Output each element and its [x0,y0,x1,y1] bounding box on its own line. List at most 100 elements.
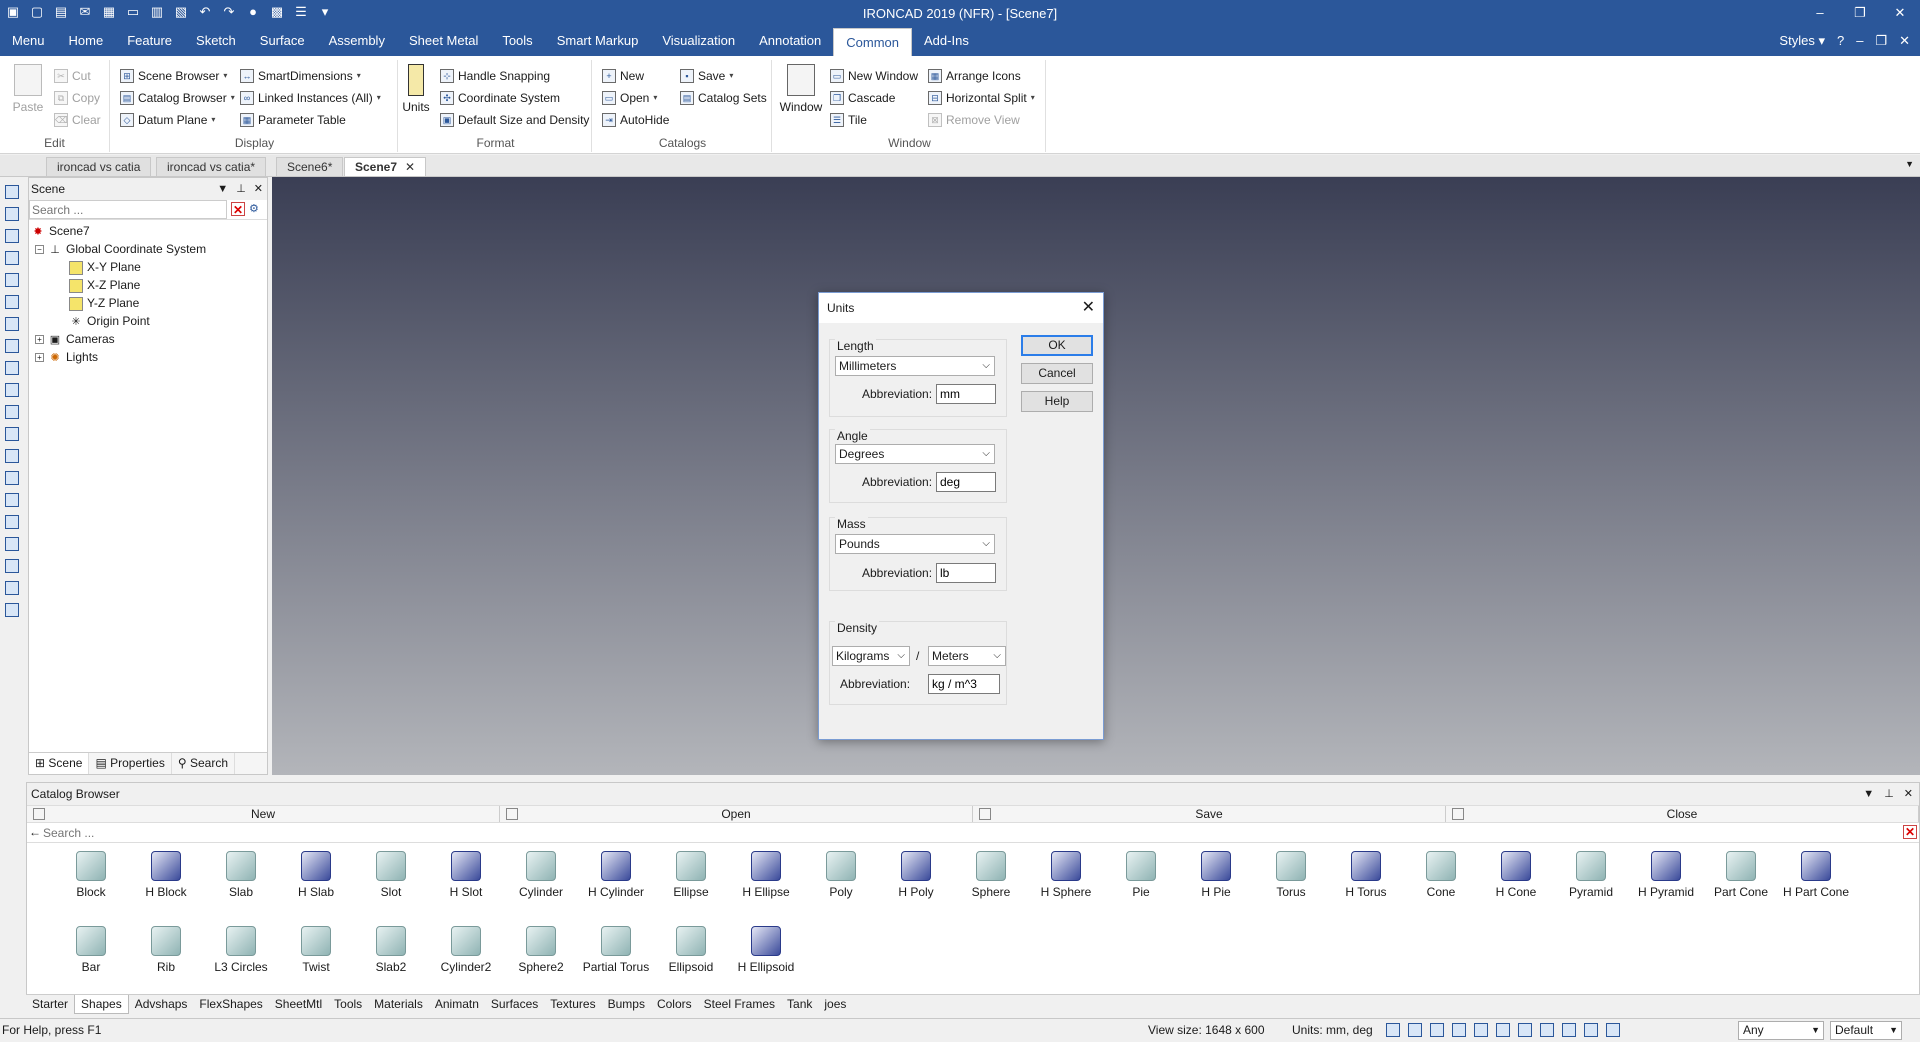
catalog-tab-colors[interactable]: Colors [651,995,698,1014]
dialog-close-icon[interactable]: ✕ [1082,293,1095,323]
catalog-open-button[interactable]: ▭ Open ▾ [602,88,657,108]
tree-node-xy-plane[interactable]: X-Y Plane [29,258,267,276]
ok-button[interactable]: OK [1021,335,1093,356]
handle-snapping-button[interactable]: ⊹ Handle Snapping [440,66,550,86]
select-tool-icon[interactable] [1584,1023,1598,1037]
tree-node-yz-plane[interactable]: Y-Z Plane [29,294,267,312]
expand-icon[interactable]: + [35,353,44,363]
selection-filter-select[interactable]: Any ▼ [1738,1021,1824,1040]
doc-tab-ironcad-vs-catia[interactable]: ironcad vs catia [46,157,152,177]
shape-h-ellipse[interactable]: H Ellipse [728,845,804,905]
shape-sphere[interactable]: Sphere [953,845,1029,905]
catalog-tab-surfaces[interactable]: Surfaces [485,995,544,1014]
shape-h-pie[interactable]: H Pie [1178,845,1254,905]
cascade-button[interactable]: ❐ Cascade [830,88,895,108]
shape-part-cone[interactable]: Part Cone [1703,845,1779,905]
cancel-button[interactable]: Cancel [1021,363,1093,384]
collapse-icon[interactable]: − [35,245,44,255]
restore-icon[interactable]: ❐ [1840,0,1880,26]
shape-h-poly[interactable]: H Poly [878,845,954,905]
ribbon-tab-common[interactable]: Common [833,28,913,56]
panel-tab-search[interactable]: ⚲ Search [172,753,235,774]
view-cube-icon[interactable] [1430,1023,1444,1037]
panel-tab-properties[interactable]: ▤ Properties [89,753,172,774]
ribbon-tab-feature[interactable]: Feature [115,26,184,56]
shape-cone[interactable]: Cone [1403,845,1479,905]
catalog-tab-tools[interactable]: Tools [328,995,368,1014]
arrange-icons-button[interactable]: ▦ Arrange Icons [928,66,1021,86]
view-tool-icon[interactable] [5,603,19,617]
view-tool-icon[interactable] [5,251,19,265]
tree-node-cameras[interactable]: + ▣ Cameras [29,330,267,348]
mass-abbreviation-input[interactable] [936,563,996,583]
view-tool-icon[interactable] [5,361,19,375]
catalog-tab-advshaps[interactable]: Advshaps [129,995,194,1014]
catalog-sets-button[interactable]: ▤ Catalog Sets [680,88,767,108]
catalog-tab-flexshapes[interactable]: FlexShapes [193,995,268,1014]
panel-menu-icon[interactable]: ▼ [217,178,228,200]
tree-node-xz-plane[interactable]: X-Z Plane [29,276,267,294]
ribbon-tab-sketch[interactable]: Sketch [184,26,248,56]
remove-view-button[interactable]: ⊠ Remove View [928,110,1020,130]
view-tool-icon[interactable] [5,383,19,397]
density-abbreviation-input[interactable] [928,674,1000,694]
mdi-close-icon[interactable]: ✕ [1899,26,1910,56]
copy-button[interactable]: ⧉ Copy [54,88,100,108]
lighting-icon[interactable] [1474,1023,1488,1037]
close-window-icon[interactable]: ✕ [1880,0,1920,26]
view-tool-icon[interactable] [5,317,19,331]
view-tool-icon[interactable] [5,471,19,485]
clear-catalog-search-icon[interactable]: ✕ [1903,825,1917,839]
coordinate-system-button[interactable]: ✣ Coordinate System [440,88,560,108]
shape-poly[interactable]: Poly [803,845,879,905]
cursor-icon[interactable] [1606,1023,1620,1037]
catalog-tab-bumps[interactable]: Bumps [602,995,651,1014]
ribbon-tab-smart-markup[interactable]: Smart Markup [545,26,651,56]
view-tool-icon[interactable] [5,559,19,573]
shape-slot[interactable]: Slot [353,845,429,905]
panel-tab-scene[interactable]: ⊞ Scene [29,753,90,774]
render-mode-icon[interactable] [1452,1023,1466,1037]
cut-button[interactable]: ✂ Cut [54,66,91,86]
angle-unit-select[interactable]: Degrees ⌵ [835,444,995,464]
view-tool-icon[interactable] [5,229,19,243]
view-tool-icon[interactable] [5,207,19,221]
density-mass-unit-select[interactable]: Kilograms ⌵ [832,646,910,666]
catalog-search-input[interactable] [43,824,1893,842]
shape-rib[interactable]: Rib [128,920,204,980]
ribbon-tab-sheet-metal[interactable]: Sheet Metal [397,26,490,56]
shape-h-block[interactable]: H Block [128,845,204,905]
shape-h-cylinder[interactable]: H Cylinder [578,845,654,905]
mass-unit-select[interactable]: Pounds ⌵ [835,534,995,554]
shape-h-ellipsoid[interactable]: H Ellipsoid [728,920,804,980]
catalog-browser-button[interactable]: ▤ Catalog Browser ▾ [120,88,235,108]
catalog-open-action[interactable]: Open [500,806,973,822]
shape-pie[interactable]: Pie [1103,845,1179,905]
view-tool-icon[interactable] [5,581,19,595]
styles-menu[interactable]: Styles ▾ [1779,26,1825,56]
length-abbreviation-input[interactable] [936,384,996,404]
mdi-restore-icon[interactable]: ❐ [1875,26,1887,56]
catalog-tab-animatn[interactable]: Animatn [429,995,485,1014]
panel-close-icon[interactable]: ✕ [254,178,263,200]
shape-cylinder2[interactable]: Cylinder2 [428,920,504,980]
help-button[interactable]: Help [1021,391,1093,412]
shape-pyramid[interactable]: Pyramid [1553,845,1629,905]
scene-search-input[interactable] [29,200,227,219]
zoom-icon[interactable] [1386,1023,1400,1037]
view-tool-icon[interactable] [5,427,19,441]
linked-instances-button[interactable]: ∞ Linked Instances (All) ▾ [240,88,381,108]
minimize-icon[interactable]: – [1800,0,1840,26]
shape-h-slab[interactable]: H Slab [278,845,354,905]
catalog-tab-joes[interactable]: joes [818,995,852,1014]
catalog-tab-textures[interactable]: Textures [544,995,601,1014]
catalog-save-action[interactable]: Save [973,806,1446,822]
tile-button[interactable]: ☰ Tile [830,110,867,130]
view-tool-icon[interactable] [5,515,19,529]
ribbon-tab-surface[interactable]: Surface [248,26,317,56]
orient-icon[interactable] [1518,1023,1532,1037]
mdi-minimize-icon[interactable]: – [1856,26,1863,56]
view-tool-icon[interactable] [5,295,19,309]
catalog-tab-sheetmtl[interactable]: SheetMtl [269,995,328,1014]
clear-button[interactable]: ⌫ Clear [54,110,101,130]
